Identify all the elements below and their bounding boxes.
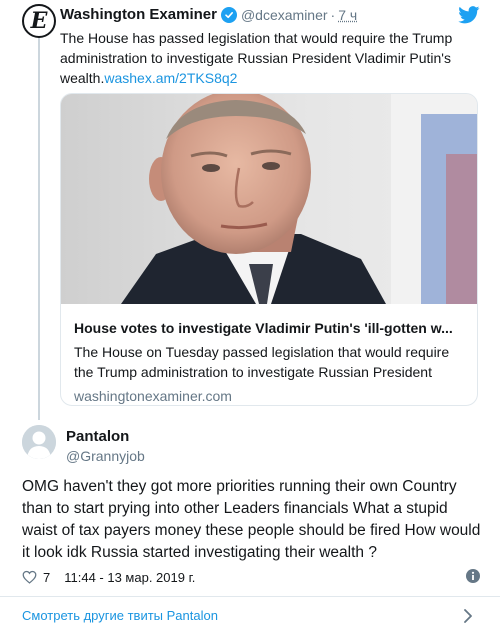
- quoted-tweet[interactable]: E Washington Examiner @dcexaminer · 7 ч …: [0, 0, 500, 420]
- tweet-text: The House has passed legislation that wo…: [60, 28, 480, 88]
- card-title[interactable]: House votes to investigate Vladimir Puti…: [74, 318, 464, 338]
- card-body: House votes to investigate Vladimir Puti…: [61, 318, 477, 405]
- verified-badge-icon: [220, 6, 237, 23]
- reply-text: OMG haven't they got more priorities run…: [22, 478, 481, 561]
- like-count[interactable]: 7: [43, 570, 50, 585]
- author-name[interactable]: Washington Examiner: [60, 6, 217, 23]
- heart-icon[interactable]: [22, 570, 37, 584]
- default-avatar-icon: [22, 425, 56, 459]
- card-description: The House on Tuesday passed legislation …: [74, 344, 450, 380]
- reply-author-name[interactable]: Pantalon: [66, 428, 129, 445]
- author-avatar[interactable]: E: [22, 4, 56, 38]
- twitter-bird-icon[interactable]: [458, 6, 480, 24]
- avatar-letter: E: [30, 8, 48, 34]
- card-image: [61, 94, 477, 304]
- separator-dot: ·: [330, 6, 336, 23]
- more-tweets-label[interactable]: Смотреть другие твиты Pantalon: [22, 608, 218, 623]
- thread-connector-line: [38, 36, 40, 420]
- reply-avatar[interactable]: [22, 425, 56, 459]
- tweet-time[interactable]: 7 ч: [338, 7, 357, 23]
- card-domain: washingtonexaminer.com: [74, 388, 232, 404]
- tweet-link[interactable]: washex.am/2TKS8q2: [104, 70, 237, 86]
- author-handle[interactable]: @dcexaminer: [241, 7, 328, 23]
- tweet-header: Washington Examiner @dcexaminer · 7 ч: [60, 6, 357, 23]
- reply-timestamp[interactable]: 11:44 - 13 мар. 2019 г.: [64, 570, 195, 585]
- reply-meta: 7 11:44 - 13 мар. 2019 г.: [22, 566, 482, 588]
- more-tweets-link[interactable]: Смотреть другие твиты Pantalon: [0, 597, 500, 634]
- chevron-right-icon[interactable]: [463, 609, 473, 623]
- link-preview-card[interactable]: House votes to investigate Vladimir Puti…: [60, 93, 478, 406]
- reply-author-handle[interactable]: @Grannyjob: [66, 448, 145, 464]
- portrait-illustration: [61, 94, 477, 304]
- info-icon[interactable]: [466, 569, 480, 583]
